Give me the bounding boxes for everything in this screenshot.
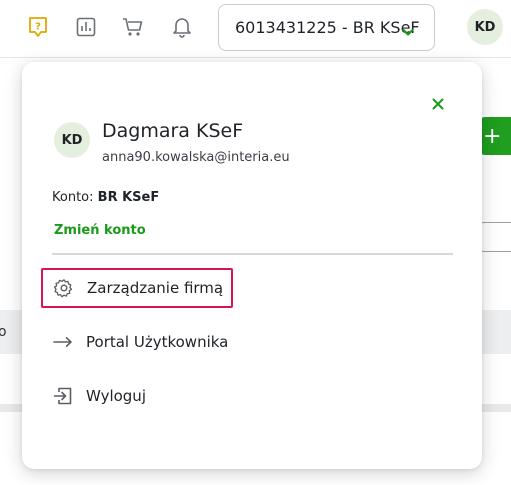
- switch-account-link[interactable]: Zmień konto: [54, 223, 146, 238]
- bell-icon[interactable]: [169, 13, 195, 41]
- gear-icon: [53, 277, 75, 299]
- logout-icon: [52, 385, 74, 407]
- add-button-label: +: [483, 123, 502, 149]
- chevron-down-icon: [402, 22, 414, 41]
- menu-item-user-portal[interactable]: Portal Użytkownika: [52, 324, 228, 360]
- account-menu-panel: KD Dagmara KSeF anna90.kowalska@interia.…: [22, 62, 482, 469]
- account-name: BR KSeF: [97, 190, 160, 205]
- user-avatar: KD: [54, 122, 90, 158]
- user-avatar-initials: KD: [61, 132, 83, 148]
- account-select-value: 6013431225 - BR KSeF: [235, 18, 420, 37]
- divider: [52, 253, 453, 255]
- cart-icon[interactable]: [120, 13, 146, 41]
- menu-item-logout[interactable]: Wyloguj: [52, 378, 146, 414]
- reports-icon[interactable]: [73, 13, 99, 41]
- help-icon[interactable]: ?: [25, 13, 51, 41]
- account-line: Konto: BR KSeF: [52, 190, 159, 205]
- add-button[interactable]: +: [479, 117, 511, 155]
- top-bar: ? 6013431225 - BR KSeF KD: [0, 0, 511, 58]
- svg-text:?: ?: [35, 22, 41, 33]
- avatar-initials: KD: [474, 19, 496, 35]
- account-label: Konto:: [52, 190, 94, 205]
- menu-item-label: Zarządzanie firmą: [87, 279, 224, 297]
- user-email: anna90.kowalska@interia.eu: [102, 150, 290, 165]
- menu-item-company-management[interactable]: Zarządzanie firmą: [41, 268, 234, 308]
- account-select[interactable]: 6013431225 - BR KSeF: [218, 4, 435, 51]
- table-header-cell: o: [0, 324, 7, 340]
- menu-item-label: Wyloguj: [86, 387, 146, 405]
- menu-item-label: Portal Użytkownika: [86, 333, 229, 351]
- close-icon[interactable]: [426, 92, 450, 116]
- user-name: Dagmara KSeF: [102, 120, 244, 142]
- avatar[interactable]: KD: [467, 9, 503, 45]
- arrow-right-icon: [52, 331, 74, 353]
